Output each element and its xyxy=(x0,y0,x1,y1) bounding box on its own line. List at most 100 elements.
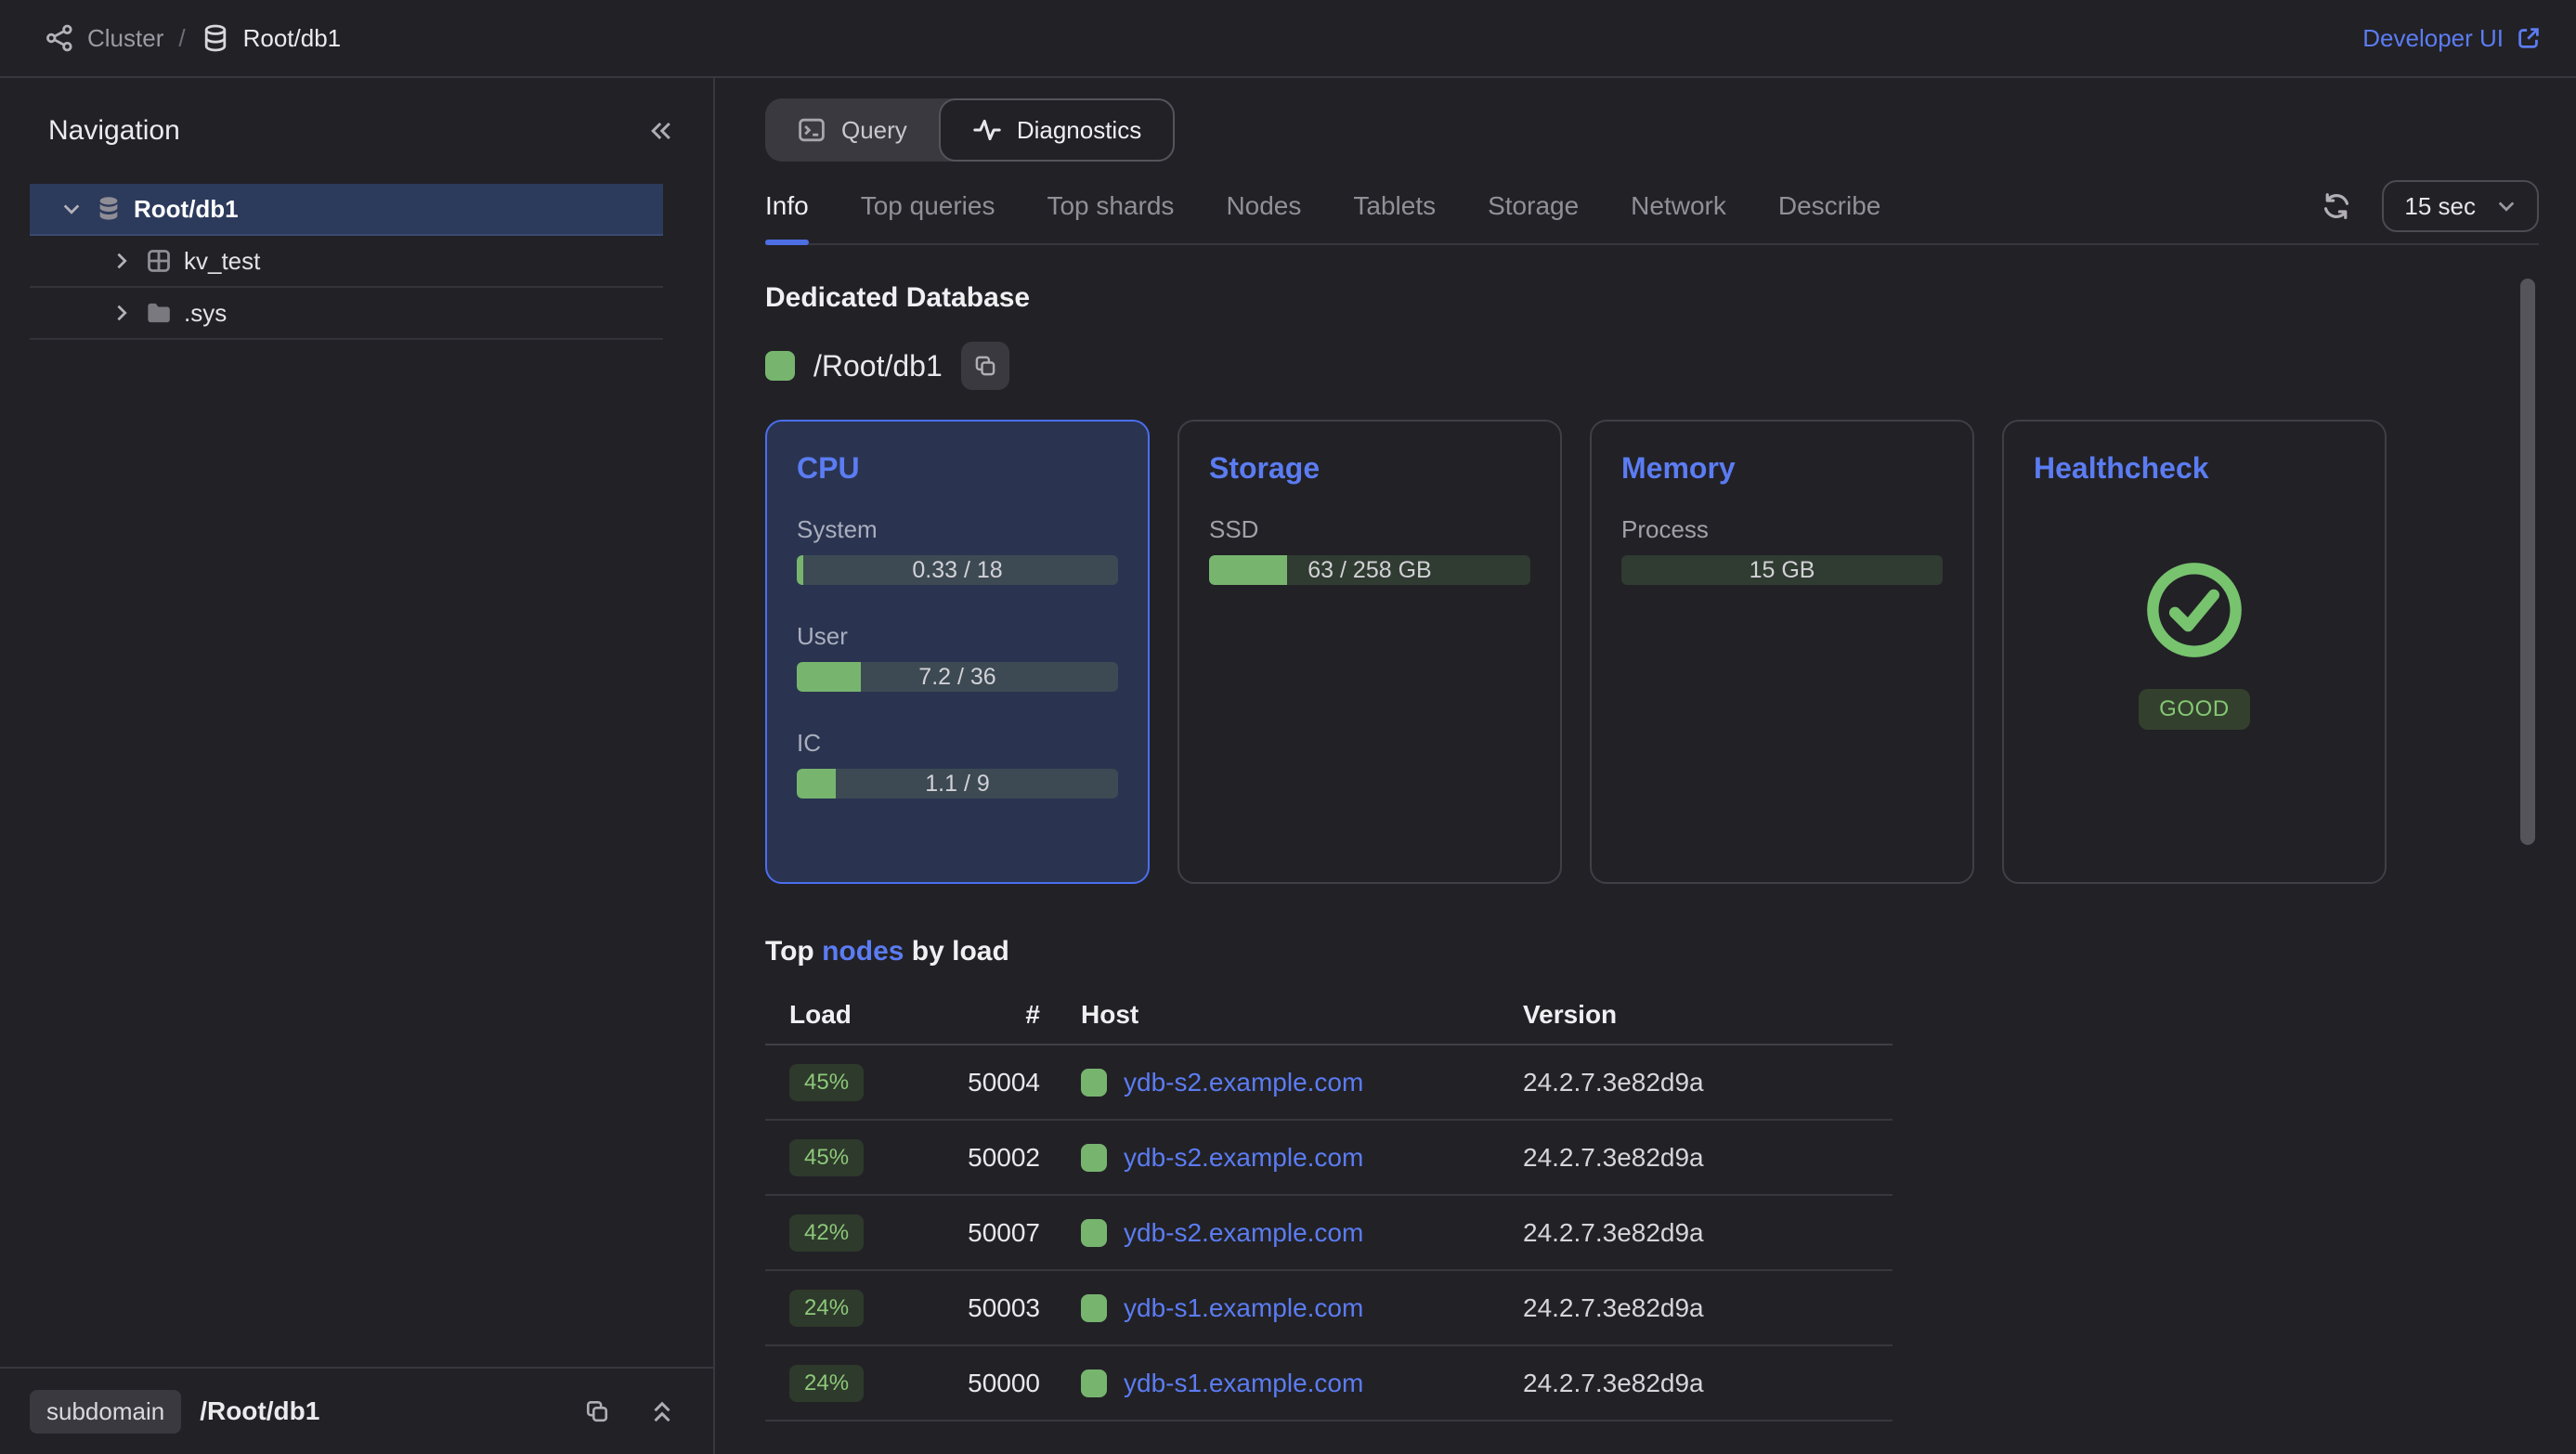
table-row: 24% 50003 ydb-s1.example.com 24.2.7.3e82… xyxy=(765,1271,1893,1346)
healthcheck-card-title: Healthcheck xyxy=(2034,451,2355,486)
metric-cards: CPU System 0.33 / 18 User 7.2 / 36 IC 1.… xyxy=(765,420,2539,884)
top-nodes-title: Top nodes by load xyxy=(765,936,2539,967)
tab-network[interactable]: Network xyxy=(1631,180,1726,243)
load-badge: 45% xyxy=(789,1139,864,1176)
developer-ui-label: Developer UI xyxy=(2362,24,2504,53)
sidebar-footer: subdomain /Root/db1 xyxy=(0,1367,713,1454)
metric-label: Process xyxy=(1621,515,1943,544)
chevron-right-icon[interactable] xyxy=(110,301,134,325)
breadcrumb-cluster[interactable]: Cluster xyxy=(45,23,163,53)
column-load[interactable]: Load xyxy=(765,1000,895,1030)
tree-item-root-db1[interactable]: Root/db1 xyxy=(30,184,663,236)
terminal-icon xyxy=(797,115,826,145)
nodes-link[interactable]: nodes xyxy=(822,936,904,967)
column-version[interactable]: Version xyxy=(1504,1000,1893,1030)
section-title: Dedicated Database xyxy=(765,282,2539,314)
node-version: 24.2.7.3e82d9a xyxy=(1504,1293,1893,1323)
table-header: Load # Host Version xyxy=(765,986,1893,1045)
table-row: 45% 50002 ydb-s2.example.com 24.2.7.3e82… xyxy=(765,1121,1893,1196)
cpu-card[interactable]: CPU System 0.33 / 18 User 7.2 / 36 IC 1.… xyxy=(765,420,1150,884)
progress-text: 7.2 / 36 xyxy=(797,662,1118,692)
entity-name: /Root/db1 xyxy=(813,349,943,383)
tree-item-label: Root/db1 xyxy=(134,195,239,224)
top-nodes-table: Load # Host Version 45% 50004 ydb-s2.exa… xyxy=(765,986,1893,1422)
top-nodes-title-suffix: by load xyxy=(904,936,1008,967)
metric-label: SSD xyxy=(1209,515,1530,544)
node-version: 24.2.7.3e82d9a xyxy=(1504,1143,1893,1173)
chevron-down-icon[interactable] xyxy=(59,197,84,221)
tree-item-kv-test[interactable]: kv_test xyxy=(30,236,663,288)
healthcheck-card[interactable]: Healthcheck GOOD xyxy=(2002,420,2387,884)
diagnostics-tab[interactable]: Diagnostics xyxy=(939,98,1175,162)
cluster-icon xyxy=(45,23,74,53)
developer-ui-link[interactable]: Developer UI xyxy=(2362,24,2543,53)
node-id: 50002 xyxy=(895,1143,1062,1173)
chevron-down-icon xyxy=(2494,194,2518,218)
pulse-icon xyxy=(972,115,1002,145)
table-icon xyxy=(145,247,173,275)
memory-card-title: Memory xyxy=(1621,451,1943,486)
load-badge: 24% xyxy=(789,1365,864,1402)
host-link[interactable]: ydb-s1.example.com xyxy=(1124,1369,1363,1398)
tab-nodes[interactable]: Nodes xyxy=(1226,180,1301,243)
host-link[interactable]: ydb-s2.example.com xyxy=(1124,1143,1363,1173)
node-id: 50007 xyxy=(895,1218,1062,1248)
tab-top-shards[interactable]: Top shards xyxy=(1047,180,1174,243)
progress-text: 63 / 258 GB xyxy=(1209,555,1530,585)
host-link[interactable]: ydb-s2.example.com xyxy=(1124,1068,1363,1097)
table-row: 42% 50007 ydb-s2.example.com 24.2.7.3e82… xyxy=(765,1196,1893,1271)
column-number[interactable]: # xyxy=(895,1000,1062,1030)
tree-item-sys[interactable]: .sys xyxy=(30,288,663,340)
copy-button[interactable] xyxy=(961,342,1009,390)
storage-card[interactable]: Storage SSD 63 / 258 GB xyxy=(1177,420,1562,884)
refresh-icon[interactable] xyxy=(2321,190,2352,222)
chevrons-up-icon[interactable] xyxy=(648,1397,676,1425)
breadcrumb-database[interactable]: Root/db1 xyxy=(201,23,342,53)
tab-describe[interactable]: Describe xyxy=(1778,180,1880,243)
host-status-dot xyxy=(1081,1219,1107,1247)
node-id: 50003 xyxy=(895,1293,1062,1323)
memory-card[interactable]: Memory Process 15 GB xyxy=(1590,420,1974,884)
sidebar-collapse-icon[interactable] xyxy=(646,116,676,146)
refresh-interval-value: 15 sec xyxy=(2404,192,2476,221)
host-status-dot xyxy=(1081,1069,1107,1097)
database-icon xyxy=(95,195,123,223)
host-status-dot xyxy=(1081,1144,1107,1172)
query-tab-label: Query xyxy=(841,116,907,145)
copy-icon[interactable] xyxy=(583,1397,611,1425)
diagnostics-tabs: Info Top queries Top shards Nodes Tablet… xyxy=(765,180,1880,243)
node-version: 24.2.7.3e82d9a xyxy=(1504,1068,1893,1097)
progress-text: 0.33 / 18 xyxy=(797,555,1118,585)
load-badge: 42% xyxy=(789,1214,864,1252)
tab-storage[interactable]: Storage xyxy=(1488,180,1579,243)
tree-item-label: .sys xyxy=(184,299,227,328)
host-link[interactable]: ydb-s1.example.com xyxy=(1124,1293,1363,1323)
view-switcher: Query Diagnostics xyxy=(765,98,1175,162)
navigation-title: Navigation xyxy=(48,115,180,147)
column-host[interactable]: Host xyxy=(1062,1000,1504,1030)
host-status-dot xyxy=(1081,1294,1107,1322)
tab-tablets[interactable]: Tablets xyxy=(1353,180,1436,243)
tab-top-queries[interactable]: Top queries xyxy=(861,180,995,243)
external-link-icon xyxy=(2515,24,2543,52)
subdomain-badge: subdomain xyxy=(30,1390,181,1434)
database-icon xyxy=(201,23,230,53)
tab-info[interactable]: Info xyxy=(765,180,809,243)
entity-status-dot xyxy=(765,351,795,381)
query-tab[interactable]: Query xyxy=(765,98,939,162)
check-circle-icon xyxy=(2141,557,2247,663)
progress-bar: 0.33 / 18 xyxy=(797,555,1118,585)
load-badge: 24% xyxy=(789,1290,864,1327)
host-link[interactable]: ydb-s2.example.com xyxy=(1124,1218,1363,1248)
node-version: 24.2.7.3e82d9a xyxy=(1504,1369,1893,1398)
vertical-scrollbar[interactable] xyxy=(2520,279,2535,845)
refresh-interval-select[interactable]: 15 sec xyxy=(2382,180,2539,232)
chevron-right-icon[interactable] xyxy=(110,249,134,273)
metric-label: System xyxy=(797,515,1118,544)
node-id: 50004 xyxy=(895,1068,1062,1097)
top-nodes-title-prefix: Top xyxy=(765,936,822,967)
table-row: 24% 50000 ydb-s1.example.com 24.2.7.3e82… xyxy=(765,1346,1893,1422)
storage-card-title: Storage xyxy=(1209,451,1530,486)
breadcrumb-database-label: Root/db1 xyxy=(243,24,342,53)
tree-item-label: kv_test xyxy=(184,247,260,276)
